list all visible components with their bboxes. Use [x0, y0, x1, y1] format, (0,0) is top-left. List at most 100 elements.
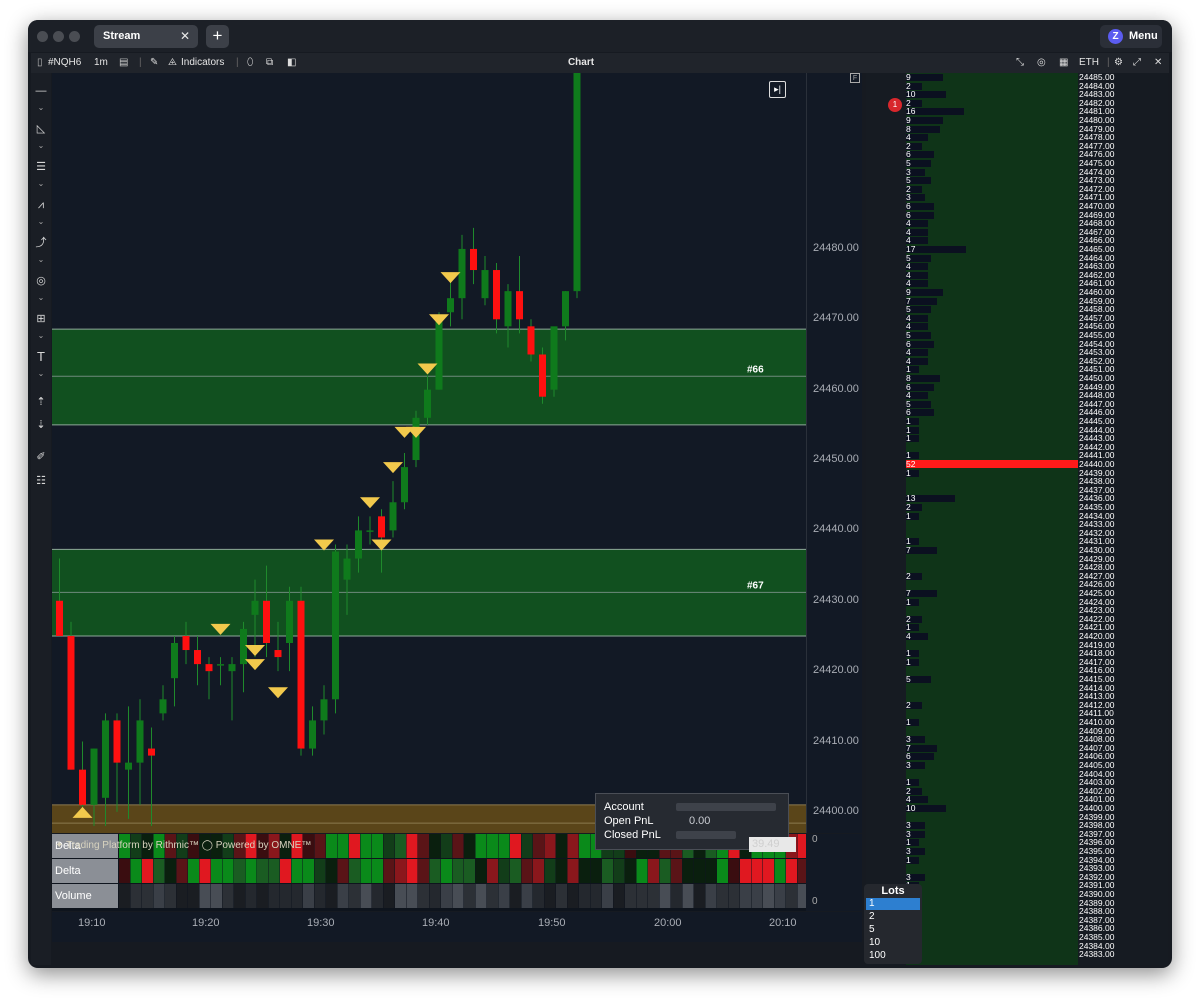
sort-down-icon[interactable]: ⇣: [34, 419, 48, 431]
chevron-down-icon[interactable]: ⌄: [34, 369, 48, 378]
brush-tool-icon[interactable]: ✐: [34, 451, 48, 463]
tab-close-icon[interactable]: ✕: [180, 25, 190, 48]
fib-tool-icon[interactable]: ☰: [34, 161, 48, 173]
heatmap-cell: [533, 834, 544, 858]
lot-option[interactable]: 1: [866, 898, 920, 910]
heatmap-cell: [475, 884, 487, 908]
heatmap-cell: [268, 884, 280, 908]
chevron-down-icon[interactable]: ⌄: [34, 331, 48, 340]
heatmap-cell: [372, 834, 383, 858]
dom-volume: 2: [906, 699, 911, 710]
dom-volume-bar: [906, 125, 940, 133]
lot-option[interactable]: 2: [866, 911, 920, 923]
gear-icon[interactable]: ⚙: [1114, 57, 1123, 68]
scroll-to-end-icon[interactable]: ▸|: [769, 81, 786, 98]
sort-up-icon[interactable]: ⇡: [34, 396, 48, 408]
chart-title: Chart: [567, 57, 595, 68]
chevron-down-icon[interactable]: ⌄: [34, 141, 48, 150]
heatmap-cell: [268, 859, 280, 883]
candle-body: [550, 326, 558, 390]
heatmap-cell: [717, 884, 728, 908]
tab-stream[interactable]: Stream ✕: [94, 25, 198, 48]
auto-fit-icon[interactable]: F: [850, 73, 860, 83]
minimize-window-control[interactable]: [53, 31, 64, 42]
trade-marker: [245, 645, 265, 657]
candle-body: [435, 319, 443, 390]
price-axis[interactable]: F 24480.00 24470.00 24460.00 24450.00 24440.…: [806, 73, 862, 833]
object-list-icon[interactable]: ☷: [34, 475, 48, 487]
pattern-tool-icon[interactable]: ⩘: [34, 199, 48, 211]
curve-tool-icon[interactable]: ⤴: [34, 237, 48, 249]
shapes-tool-icon[interactable]: ⊞: [34, 313, 48, 325]
heatmap-cell: [326, 834, 337, 858]
candle-body: [527, 326, 535, 355]
heatmap-cell: [498, 834, 510, 858]
dom-volume: 5: [906, 674, 911, 684]
account-value-redacted: [676, 803, 776, 811]
heatmap-cell: [648, 859, 659, 883]
heatmap-cell: [602, 859, 613, 883]
heatmap-cell: [406, 884, 418, 908]
heatmap-cell: [165, 884, 176, 908]
heatmap-cell: [395, 859, 406, 883]
heatmap-cell: [475, 859, 487, 883]
price-tick-label: 24450.00: [813, 453, 859, 466]
heatmap-cell: [452, 884, 464, 908]
price-chart[interactable]: #66 #67 ▸|: [52, 73, 806, 833]
chevron-down-icon[interactable]: ⌄: [34, 255, 48, 264]
close-window-control[interactable]: [37, 31, 48, 42]
heatmap-cell: [648, 884, 659, 908]
chevron-down-icon[interactable]: ⌄: [34, 179, 48, 188]
dom-price[interactable]: 24383.00: [1079, 950, 1121, 959]
dom-volume: 10: [906, 803, 916, 813]
heatmap-cell: [487, 834, 498, 858]
session-selector[interactable]: ETH: [1079, 57, 1099, 68]
depth-of-market-ladder[interactable]: 1 24485.00 9 24484.00 2 24483.00 10 24482.00 2 2…: [866, 73, 1168, 965]
lot-option[interactable]: 5: [866, 924, 920, 936]
new-tab-button[interactable]: +: [206, 25, 229, 48]
position-badge: 1: [888, 98, 902, 112]
close-icon[interactable]: ✕: [1154, 57, 1162, 68]
text-tool-icon[interactable]: T: [34, 350, 48, 363]
heatmap-cell: [142, 859, 153, 883]
heatmap-cell: [441, 834, 452, 858]
chevron-down-icon[interactable]: ⌄: [34, 217, 48, 226]
heatmap-cell: [544, 859, 556, 883]
target-tool-icon[interactable]: ◎: [34, 275, 48, 287]
collapse-icon[interactable]: ⤡: [1016, 57, 1024, 68]
heatmap-cell: [441, 859, 452, 883]
app-logo-icon: Z: [1108, 29, 1123, 44]
heatmap-cell: [406, 834, 418, 858]
heatmap-cell: [314, 884, 326, 908]
zoom-window-control[interactable]: [69, 31, 80, 42]
chevron-down-icon[interactable]: ⌄: [34, 293, 48, 302]
heatmap-cell: [475, 834, 487, 858]
lot-option[interactable]: 100: [866, 950, 920, 962]
price-tick-label: 24440.00: [813, 523, 859, 536]
price-tick-label: 24460.00: [813, 382, 859, 395]
line-tool-icon[interactable]: —: [34, 85, 48, 97]
candle-body: [309, 720, 316, 749]
heatmap-scale: 0 0: [806, 834, 862, 911]
calendar-icon[interactable]: ▦: [1059, 57, 1068, 68]
heatmap-cell: [188, 859, 199, 883]
candle-body: [90, 748, 98, 805]
chevron-down-icon[interactable]: ⌄: [34, 103, 48, 112]
expand-icon[interactable]: ⤢: [1133, 57, 1141, 68]
heatmap-cell: [498, 884, 510, 908]
triangle-tool-icon[interactable]: ◺: [34, 123, 48, 135]
heatmap-cell: [280, 859, 291, 883]
time-axis[interactable]: 19:10 19:20 19:30 19:40 19:50 20:00 20:10: [52, 912, 862, 942]
heatmap-cell: [579, 859, 590, 883]
heatmap-cell: [740, 859, 751, 883]
camera-icon[interactable]: ◎: [1037, 57, 1046, 68]
heatmap-cell: [510, 859, 521, 883]
dom-volume: 1: [906, 433, 911, 444]
heatmap-cell: [234, 884, 245, 908]
toolbar-separator: |: [1107, 57, 1110, 68]
heatmap-cell: [199, 859, 211, 883]
lot-option[interactable]: 10: [866, 937, 920, 949]
trade-marker: [383, 462, 403, 474]
menu-button[interactable]: Z Menu: [1100, 25, 1162, 48]
candle-body: [424, 389, 431, 418]
